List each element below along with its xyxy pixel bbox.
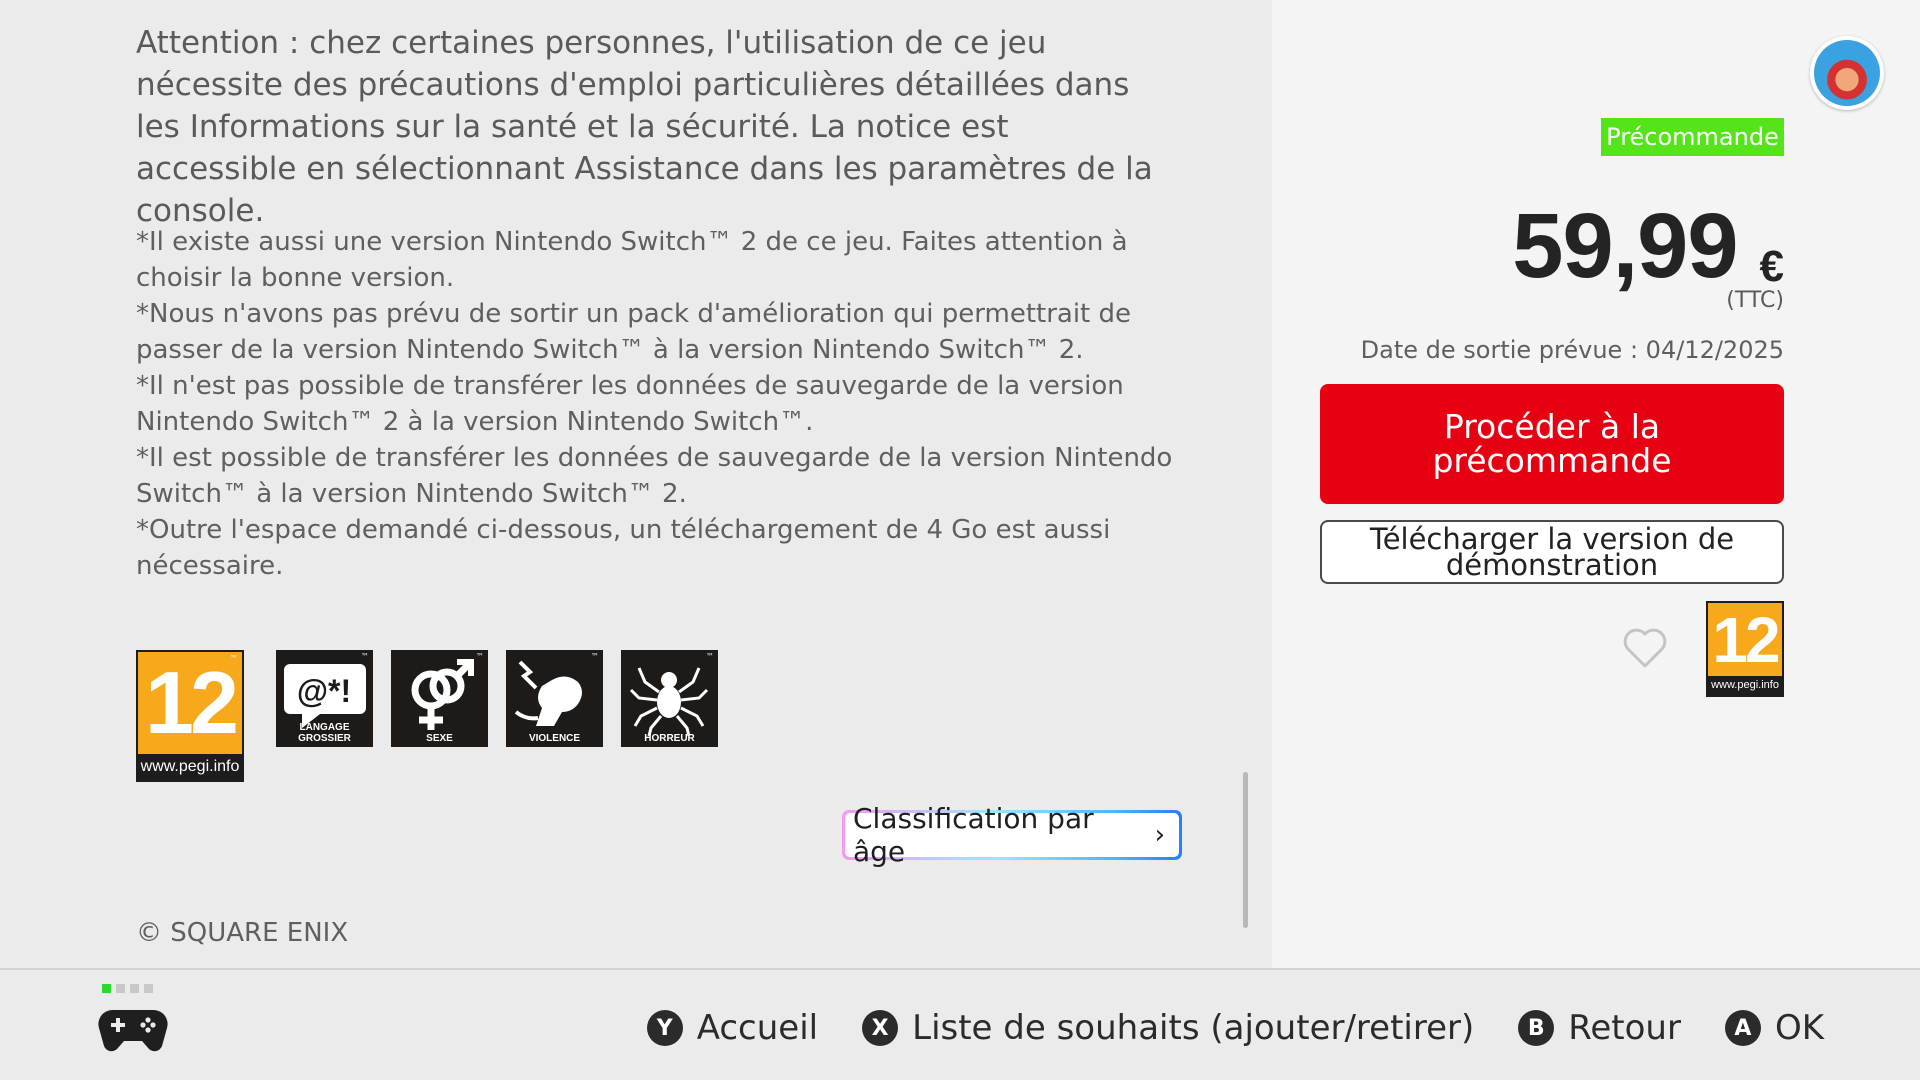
violence-icon: ™ VIOLENCE xyxy=(506,650,603,747)
descriptor-label: SEXE xyxy=(426,733,453,744)
hint-ok[interactable]: A OK xyxy=(1724,1008,1824,1048)
health-warning: Attention : chez certaines personnes, l'… xyxy=(136,25,1153,229)
preorder-badge: Précommande xyxy=(1601,118,1784,156)
pegi-12-rating-icon: 12 www.pegi.info xyxy=(1706,601,1784,697)
x-button-icon: X xyxy=(862,1010,899,1046)
controller-status-dots xyxy=(102,984,153,993)
note-item: *Il existe aussi une version Nintendo Sw… xyxy=(136,227,1128,293)
age-classification-button[interactable]: Classification par âge › xyxy=(842,802,1182,868)
hint-label: Liste de souhaits (ajouter/retirer) xyxy=(912,1008,1475,1048)
hint-label: Accueil xyxy=(696,1008,819,1048)
player-indicator xyxy=(116,984,125,993)
download-demo-button[interactable]: Télécharger la version de démonstration xyxy=(1320,520,1784,584)
age-classification-label: Classification par âge xyxy=(853,802,1094,868)
wishlist-heart-icon[interactable] xyxy=(1620,622,1670,672)
player-indicator xyxy=(144,984,153,993)
scrollbar[interactable] xyxy=(1243,772,1248,928)
svg-text:@*!: @*! xyxy=(297,673,351,709)
hint-label: OK xyxy=(1774,1008,1824,1048)
fear-icon: ™ HORREUR xyxy=(621,650,718,747)
note-item: *Nous n'avons pas prévu de sortir un pac… xyxy=(136,299,1132,365)
note-item: *Outre l'espace demandé ci-dessous, un t… xyxy=(136,515,1111,581)
version-notes: *Il existe aussi une version Nintendo Sw… xyxy=(136,224,1176,584)
main-content: Attention : chez certaines personnes, l'… xyxy=(0,0,1272,968)
descriptor-label: VIOLENCE xyxy=(528,733,581,744)
tax-note: (TTC) xyxy=(1726,288,1784,313)
release-date: Date de sortie prévue : 04/12/2025 xyxy=(1360,336,1784,364)
pegi-age: 12 xyxy=(145,653,239,752)
descriptor-label: HORREUR xyxy=(644,733,695,744)
price-amount: 59,99 xyxy=(1512,195,1738,297)
pegi-12-rating-icon: ™ 12 www.pegi.info xyxy=(136,650,244,782)
descriptor-label: LANGAGE GROSSIER xyxy=(298,722,351,744)
preorder-button[interactable]: Procéder à la précommande xyxy=(1320,384,1784,504)
player-indicator xyxy=(102,984,111,993)
avatar-image xyxy=(1814,40,1880,106)
pegi-age: 12 xyxy=(1712,604,1780,676)
chevron-right-icon: › xyxy=(1154,820,1165,850)
a-button-icon: A xyxy=(1724,1010,1761,1046)
y-button-icon: Y xyxy=(646,1010,683,1046)
note-item: *Il n'est pas possible de transférer les… xyxy=(136,371,1124,437)
pegi-url: www.pegi.info xyxy=(138,754,242,780)
button-hints: Y Accueil X Liste de souhaits (ajouter/r… xyxy=(646,1000,1824,1056)
user-avatar[interactable] xyxy=(1810,36,1884,110)
price-currency: € xyxy=(1759,242,1784,291)
bad-language-icon: ™ @*! LANGAGE GROSSIER xyxy=(276,650,373,747)
hint-back[interactable]: B Retour xyxy=(1518,1008,1681,1048)
controller-icon xyxy=(98,1006,168,1060)
note-item: *Il est possible de transférer les donné… xyxy=(136,443,1173,509)
player-indicator xyxy=(130,984,139,993)
sex-icon: ™ SEXE xyxy=(391,650,488,747)
price: 59,99 € xyxy=(1512,196,1784,296)
hint-wishlist[interactable]: X Liste de souhaits (ajouter/retirer) xyxy=(862,1008,1474,1048)
copyright: © SQUARE ENIX xyxy=(136,918,349,948)
b-button-icon: B xyxy=(1518,1010,1555,1046)
hint-home[interactable]: Y Accueil xyxy=(646,1008,819,1048)
footer-bar: Y Accueil X Liste de souhaits (ajouter/r… xyxy=(0,968,1920,1080)
hint-label: Retour xyxy=(1568,1008,1681,1048)
pegi-url: www.pegi.info xyxy=(1708,676,1782,695)
